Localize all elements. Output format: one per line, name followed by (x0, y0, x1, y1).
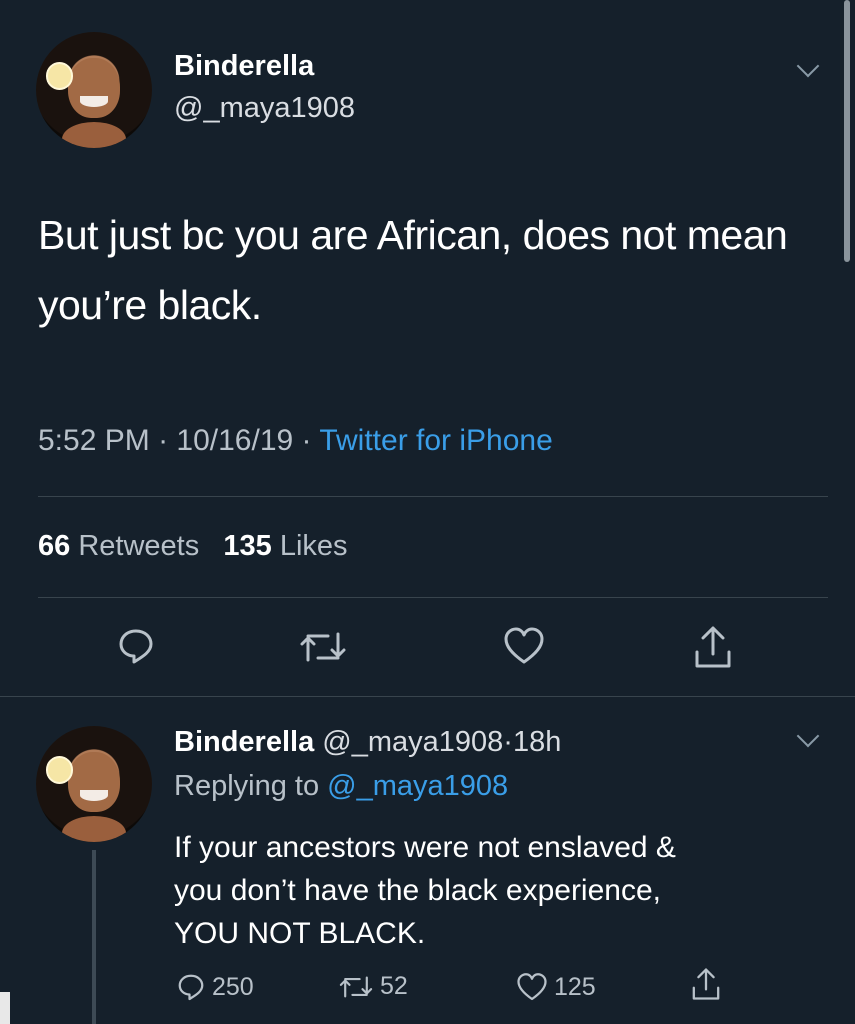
scrollbar[interactable] (844, 0, 850, 262)
tweet-metadata: 5:52 PM · 10/16/19 · Twitter for iPhone (38, 424, 553, 458)
mention-link[interactable]: @_maya1908 (327, 770, 508, 802)
reply-text: If your ancestors were not enslaved & yo… (174, 826, 814, 955)
edge-artifact (0, 992, 10, 1024)
separator: · (503, 726, 513, 758)
like-icon (517, 973, 547, 1001)
user-handle[interactable]: @_maya1908 (174, 92, 355, 125)
share-icon (692, 968, 720, 1000)
separator: · (301, 424, 312, 457)
divider (38, 597, 828, 598)
tweet-age: 18h (512, 726, 562, 758)
reply-header: Binderella @_maya1908·18h (174, 726, 561, 759)
likes-label: Likes (279, 530, 348, 562)
tweet-date: 10/16/19 (176, 424, 294, 457)
like-icon[interactable] (503, 626, 545, 666)
retweets-label: Retweets (78, 530, 200, 562)
likes-stat[interactable]: 135 Likes (223, 530, 347, 562)
retweet-icon (339, 976, 373, 997)
share-button[interactable] (690, 966, 722, 1002)
separator: · (158, 424, 169, 457)
tweet-source-link[interactable]: Twitter for iPhone (319, 424, 552, 457)
user-handle[interactable]: @_maya1908 (322, 726, 503, 758)
share-icon[interactable] (692, 624, 734, 670)
like-button[interactable]: 125 (516, 972, 596, 1002)
replying-label: Replying to (174, 770, 320, 802)
replying-to: Replying to @_maya1908 (174, 770, 508, 803)
display-name[interactable]: Binderella (174, 50, 314, 83)
tweet-time: 5:52 PM (38, 424, 150, 457)
tweet-stats: 66 Retweets 135 Likes (38, 530, 348, 563)
avatar[interactable] (36, 726, 152, 842)
divider (38, 496, 828, 497)
retweets-stat[interactable]: 66 Retweets (38, 530, 199, 562)
tweet-text: But just bc you are African, does not me… (38, 212, 788, 328)
thread-line (92, 850, 96, 1024)
like-count: 125 (554, 972, 596, 1001)
chevron-down-icon[interactable] (796, 724, 820, 748)
reply-text-line: you don’t have the black experience, (174, 874, 661, 907)
retweet-count: 52 (380, 972, 408, 1000)
retweet-button[interactable]: 52 (338, 972, 408, 1001)
chevron-down-icon[interactable] (796, 54, 820, 78)
reply-button[interactable]: 250 (176, 972, 254, 1002)
reply-text-line: YOU NOT BLACK. (174, 917, 426, 950)
reply-icon (178, 974, 204, 1001)
divider (0, 696, 855, 697)
retweets-count: 66 (38, 530, 71, 562)
reply-text-line: If your ancestors were not enslaved & (174, 831, 676, 864)
retweet-icon[interactable] (298, 628, 348, 666)
likes-count: 135 (223, 530, 272, 562)
reply-icon[interactable] (116, 626, 156, 666)
display-name[interactable]: Binderella (174, 726, 314, 758)
avatar[interactable] (36, 32, 152, 148)
reply-count: 250 (212, 972, 254, 1001)
